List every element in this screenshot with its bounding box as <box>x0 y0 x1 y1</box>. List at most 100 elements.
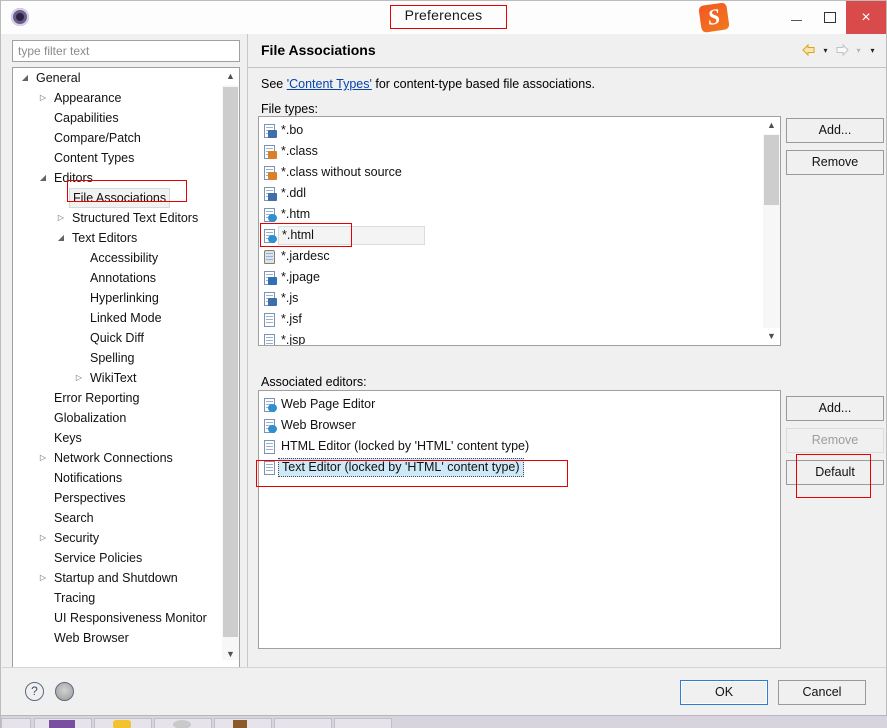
preferences-tree[interactable]: ◢ General ▷ Appearance Capabilities Compare/P… <box>12 67 240 692</box>
sidebar-item-startup-and-shutdown[interactable]: ▷ Startup and Shutdown <box>13 568 223 588</box>
sidebar-item-keys[interactable]: Keys <box>13 428 223 448</box>
collapse-triangle-icon[interactable]: ◢ <box>37 168 49 188</box>
file-type-row[interactable]: *.htm <box>259 204 759 225</box>
back-dropdown-caret-icon[interactable]: ▾ <box>820 42 831 58</box>
sidebar-item-file-associations[interactable]: File Associations <box>13 188 223 208</box>
cancel-button[interactable]: Cancel <box>778 680 866 705</box>
scroll-down-icon[interactable]: ▼ <box>222 646 239 663</box>
filter-input[interactable] <box>12 40 240 62</box>
maximize-button[interactable] <box>815 1 845 34</box>
file-type-row[interactable]: *.jardesc <box>259 246 759 267</box>
minimize-button[interactable] <box>777 1 815 34</box>
back-arrow-icon[interactable] <box>801 42 817 58</box>
close-button[interactable]: × <box>846 1 886 34</box>
tree-vertical-scrollbar[interactable]: ▲ ▼ <box>222 68 239 677</box>
associated-editor-row[interactable]: HTML Editor (locked by 'HTML' content ty… <box>259 436 774 457</box>
file-class-icon <box>263 144 278 160</box>
sidebar-item-text-editors[interactable]: ◢ Text Editors <box>13 228 223 248</box>
taskbar-item[interactable] <box>1 718 31 728</box>
windows-taskbar[interactable] <box>1 715 887 728</box>
sidebar-item-content-types[interactable]: Content Types <box>13 148 223 168</box>
sidebar-item-hyperlinking[interactable]: Hyperlinking <box>13 288 223 308</box>
sidebar-item-notifications[interactable]: Notifications <box>13 468 223 488</box>
file-html-icon <box>263 228 278 244</box>
file-types-rows: *.bo *.class *.class without source *.ddl *.… <box>259 120 759 345</box>
sidebar-item-label: Notifications <box>54 471 123 485</box>
collapse-triangle-icon[interactable]: ◢ <box>55 228 67 248</box>
sidebar-item-search[interactable]: Search <box>13 508 223 528</box>
sidebar-item-tracing[interactable]: Tracing <box>13 588 223 608</box>
sidebar-item-spelling[interactable]: Spelling <box>13 348 223 368</box>
sidebar-item-service-policies[interactable]: Service Policies <box>13 548 223 568</box>
taskbar-item[interactable] <box>334 718 392 728</box>
sidebar-item-structured-text-editors[interactable]: ▷ Structured Text Editors <box>13 208 223 228</box>
taskbar-icon <box>233 720 247 728</box>
help-icon[interactable]: ? <box>25 682 44 701</box>
collapse-triangle-icon[interactable]: ◢ <box>19 68 31 88</box>
sidebar-item-accessibility[interactable]: Accessibility <box>13 248 223 268</box>
file-jsf-icon <box>263 312 278 328</box>
sidebar-item-perspectives[interactable]: Perspectives <box>13 488 223 508</box>
sidebar-item-general[interactable]: ◢ General <box>13 68 223 88</box>
associated-editor-row[interactable]: Text Editor (locked by 'HTML' content ty… <box>259 457 774 478</box>
file-types-scrollbar-thumb[interactable] <box>764 135 779 205</box>
editors-add-button[interactable]: Add... <box>786 396 884 421</box>
associated-editor-label: Web Page Editor <box>281 397 376 411</box>
file-type-row[interactable]: *.jsf <box>259 309 759 330</box>
scroll-down-icon[interactable]: ▼ <box>763 328 780 345</box>
sidebar-panel: ◢ General ▷ Appearance Capabilities Compare/P… <box>2 34 246 692</box>
view-menu-caret-icon[interactable]: ▾ <box>867 42 878 58</box>
sidebar-item-ui-responsiveness-monitor[interactable]: UI Responsiveness Monitor <box>13 608 223 628</box>
associated-editor-row[interactable]: Web Page Editor <box>259 394 774 415</box>
expand-triangle-icon[interactable]: ▷ <box>37 528 49 548</box>
scroll-up-icon[interactable]: ▲ <box>222 68 239 85</box>
sidebar-item-compare-patch[interactable]: Compare/Patch <box>13 128 223 148</box>
file-type-row[interactable]: *.html <box>259 225 759 246</box>
content-types-link[interactable]: 'Content Types' <box>287 77 372 91</box>
file-types-add-button[interactable]: Add... <box>786 118 884 143</box>
file-types-list[interactable]: *.bo *.class *.class without source *.ddl *.… <box>258 116 781 346</box>
sidebar-item-annotations[interactable]: Annotations <box>13 268 223 288</box>
forward-arrow-icon <box>834 42 850 58</box>
file-type-row[interactable]: *.jpage <box>259 267 759 288</box>
sidebar-item-network-connections[interactable]: ▷ Network Connections <box>13 448 223 468</box>
sidebar-item-security[interactable]: ▷ Security <box>13 528 223 548</box>
expand-triangle-icon[interactable]: ▷ <box>55 208 67 228</box>
description-prefix: See <box>261 77 287 91</box>
expand-triangle-icon[interactable]: ▷ <box>37 448 49 468</box>
file-type-row[interactable]: *.ddl <box>259 183 759 204</box>
sidebar-item-error-reporting[interactable]: Error Reporting <box>13 388 223 408</box>
file-type-row[interactable]: *.bo <box>259 120 759 141</box>
scroll-up-icon[interactable]: ▲ <box>763 117 780 134</box>
sidebar-item-quick-diff[interactable]: Quick Diff <box>13 328 223 348</box>
ok-button[interactable]: OK <box>680 680 768 705</box>
editors-default-button[interactable]: Default <box>786 460 884 485</box>
sidebar-item-web-browser[interactable]: Web Browser <box>13 628 223 648</box>
associated-editor-row[interactable]: Web Browser <box>259 415 774 436</box>
sidebar-item-label: Content Types <box>54 151 135 165</box>
file-type-row[interactable]: *.jsp <box>259 330 759 345</box>
tree-scrollbar-thumb[interactable] <box>223 87 238 637</box>
restore-defaults-icon[interactable] <box>55 682 74 701</box>
sidebar-item-label: Structured Text Editors <box>72 211 199 225</box>
expand-triangle-icon[interactable]: ▷ <box>37 568 49 588</box>
expand-triangle-icon[interactable]: ▷ <box>37 88 49 108</box>
associated-editor-label: HTML Editor (locked by 'HTML' content ty… <box>281 439 530 453</box>
file-type-row[interactable]: *.js <box>259 288 759 309</box>
sidebar-item-label: Capabilities <box>54 111 119 125</box>
sidebar-item-appearance[interactable]: ▷ Appearance <box>13 88 223 108</box>
associated-editors-list[interactable]: Web Page Editor Web Browser HTML Editor (l… <box>258 390 781 649</box>
sidebar-item-linked-mode[interactable]: Linked Mode <box>13 308 223 328</box>
associated-editor-label: Web Browser <box>281 418 356 432</box>
expand-triangle-icon[interactable]: ▷ <box>73 368 85 388</box>
sidebar-item-capabilities[interactable]: Capabilities <box>13 108 223 128</box>
sidebar-item-editors[interactable]: ◢ Editors <box>13 168 223 188</box>
file-type-row[interactable]: *.class without source <box>259 162 759 183</box>
file-types-scrollbar[interactable]: ▲ ▼ <box>763 117 780 345</box>
file-type-row[interactable]: *.class <box>259 141 759 162</box>
file-types-remove-button[interactable]: Remove <box>786 150 884 175</box>
taskbar-item[interactable] <box>274 718 332 728</box>
sidebar-item-wikitext[interactable]: ▷ WikiText <box>13 368 223 388</box>
sidebar-item-globalization[interactable]: Globalization <box>13 408 223 428</box>
sidebar-item-label: Globalization <box>54 411 127 425</box>
